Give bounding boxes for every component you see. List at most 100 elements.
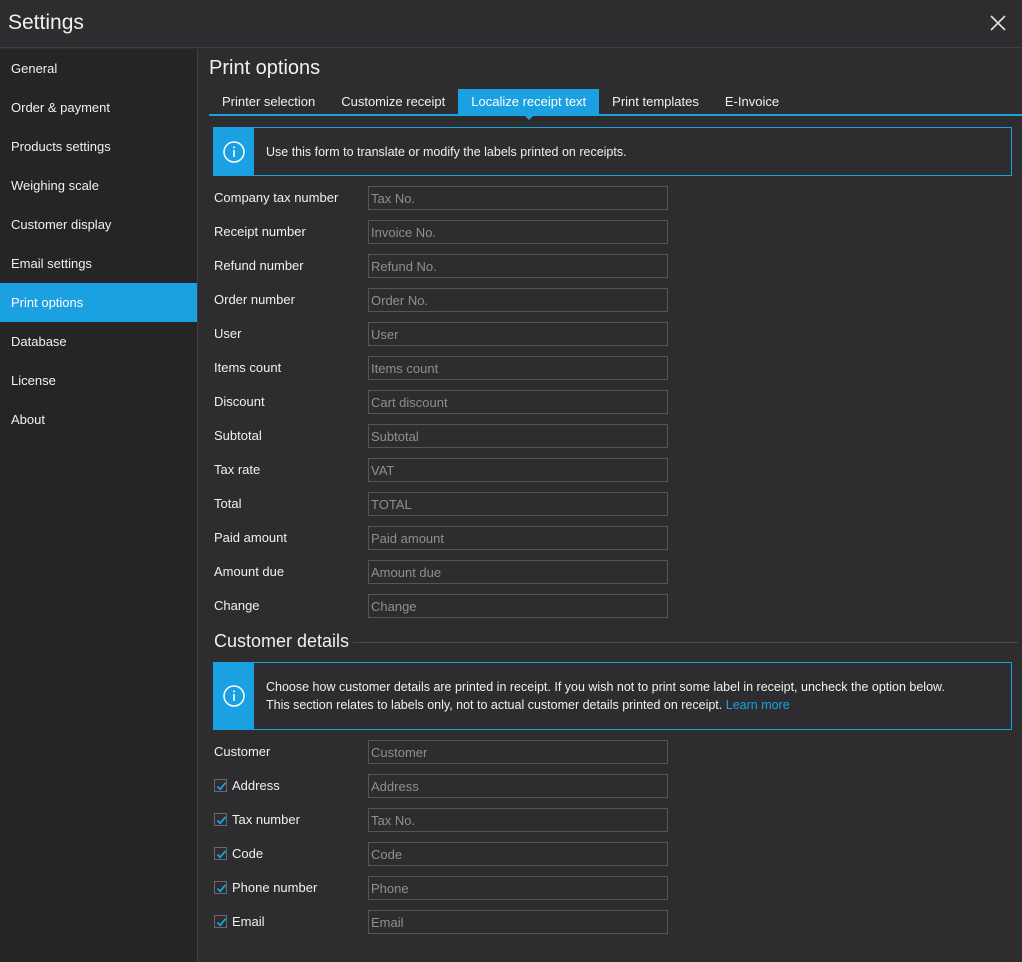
field-row-amount-due: Amount due	[214, 560, 674, 584]
main-panel: Print options Printer selection Customiz…	[199, 49, 1022, 962]
sidebar-item-email-settings[interactable]: Email settings	[0, 244, 197, 283]
tab-underline	[209, 114, 1022, 116]
discount-input[interactable]	[368, 390, 668, 414]
phone-number-input[interactable]	[368, 876, 668, 900]
email-input[interactable]	[368, 910, 668, 934]
checkmark-icon	[216, 782, 227, 791]
field-label: Order number	[214, 292, 295, 307]
sidebar-item-weighing-scale[interactable]: Weighing scale	[0, 166, 197, 205]
field-label: Customer	[214, 744, 271, 759]
field-row-refund-number: Refund number	[214, 254, 674, 278]
sidebar-item-print-options[interactable]: Print options	[0, 283, 197, 322]
paid-amount-input[interactable]	[368, 526, 668, 550]
items-count-input[interactable]	[368, 356, 668, 380]
tab-bar: Printer selection Customize receipt Loca…	[209, 89, 792, 120]
info-text: Choose how customer details are printed …	[254, 678, 957, 714]
sidebar-item-general[interactable]: General	[0, 49, 197, 88]
user-input[interactable]	[368, 322, 668, 346]
tax-number-checkbox[interactable]	[214, 813, 227, 826]
field-row-total: Total	[214, 492, 674, 516]
tab-localize-receipt-text[interactable]: Localize receipt text	[458, 89, 600, 120]
code-checkbox[interactable]	[214, 847, 227, 860]
code-input[interactable]	[368, 842, 668, 866]
info-text: Use this form to translate or modify the…	[266, 144, 627, 159]
field-label: Refund number	[214, 258, 304, 273]
window-title: Settings	[8, 11, 84, 34]
sidebar-item-license[interactable]: License	[0, 361, 197, 400]
field-row-tax-rate: Tax rate	[214, 458, 674, 482]
field-row-paid-amount: Paid amount	[214, 526, 674, 550]
field-label: Address	[232, 778, 280, 793]
info-line: Choose how customer details are printed …	[266, 680, 945, 694]
field-label: Email	[232, 914, 265, 929]
field-row-subtotal: Subtotal	[214, 424, 674, 448]
checkmark-icon	[216, 850, 227, 859]
sidebar: General Order & payment Products setting…	[0, 49, 198, 962]
field-label: Code	[232, 846, 264, 861]
field-row-change: Change	[214, 594, 674, 618]
tab-e-invoice[interactable]: E-Invoice	[712, 89, 792, 115]
field-label: Tax rate	[214, 462, 261, 477]
info-icon	[214, 128, 254, 175]
total-input[interactable]	[368, 492, 668, 516]
field-label: Company tax number	[214, 190, 339, 205]
tab-printer-selection[interactable]: Printer selection	[209, 89, 328, 115]
section-divider	[353, 642, 1018, 643]
checkmark-icon	[216, 918, 227, 927]
customer-input[interactable]	[368, 740, 668, 764]
section-title-customer-details: Customer details	[214, 631, 350, 651]
company-tax-number-input[interactable]	[368, 186, 668, 210]
field-row-code: Code	[214, 842, 674, 866]
tax-rate-input[interactable]	[368, 458, 668, 482]
change-input[interactable]	[368, 594, 668, 618]
field-row-order-number: Order number	[214, 288, 674, 312]
receipt-number-input[interactable]	[368, 220, 668, 244]
field-label: Paid amount	[214, 530, 287, 545]
sidebar-item-about[interactable]: About	[0, 400, 197, 439]
learn-more-link[interactable]: Learn more	[726, 698, 790, 712]
field-label: User	[214, 326, 242, 341]
info-icon	[214, 663, 254, 729]
info-box-localize: Use this form to translate or modify the…	[213, 127, 1012, 176]
close-icon[interactable]	[988, 13, 1008, 33]
info-line: This section relates to labels only, not…	[266, 696, 945, 714]
field-row-user: User	[214, 322, 674, 346]
field-label: Total	[214, 496, 242, 511]
email-checkbox[interactable]	[214, 915, 227, 928]
field-label: Discount	[214, 394, 265, 409]
sidebar-item-order-payment[interactable]: Order & payment	[0, 88, 197, 127]
field-row-items-count: Items count	[214, 356, 674, 380]
field-row-address: Address	[214, 774, 674, 798]
page-title: Print options	[209, 57, 321, 79]
checkmark-icon	[216, 884, 227, 893]
field-row-email: Email	[214, 910, 674, 934]
field-label: Tax number	[232, 812, 300, 827]
refund-number-input[interactable]	[368, 254, 668, 278]
field-row-receipt-number: Receipt number	[214, 220, 674, 244]
amount-due-input[interactable]	[368, 560, 668, 584]
sidebar-item-database[interactable]: Database	[0, 322, 197, 361]
phone-number-checkbox[interactable]	[214, 881, 227, 894]
field-label: Amount due	[214, 564, 285, 579]
address-input[interactable]	[368, 774, 668, 798]
checkmark-icon	[216, 816, 227, 825]
field-row-phone-number: Phone number	[214, 876, 674, 900]
field-label: Subtotal	[214, 428, 262, 443]
tab-print-templates[interactable]: Print templates	[599, 89, 712, 115]
address-checkbox[interactable]	[214, 779, 227, 792]
subtotal-input[interactable]	[368, 424, 668, 448]
sidebar-item-customer-display[interactable]: Customer display	[0, 205, 197, 244]
field-label: Receipt number	[214, 224, 306, 239]
sidebar-item-products-settings[interactable]: Products settings	[0, 127, 197, 166]
tab-customize-receipt[interactable]: Customize receipt	[328, 89, 458, 115]
tax-number-input[interactable]	[368, 808, 668, 832]
field-label: Items count	[214, 360, 282, 375]
field-row-company-tax-number: Company tax number	[214, 186, 674, 210]
title-bar: Settings	[0, 0, 1022, 48]
field-row-discount: Discount	[214, 390, 674, 414]
order-number-input[interactable]	[368, 288, 668, 312]
field-row-customer: Customer	[214, 740, 674, 764]
info-box-customer-details: Choose how customer details are printed …	[213, 662, 1012, 730]
field-label: Change	[214, 598, 260, 613]
info-line-text: This section relates to labels only, not…	[266, 698, 723, 712]
